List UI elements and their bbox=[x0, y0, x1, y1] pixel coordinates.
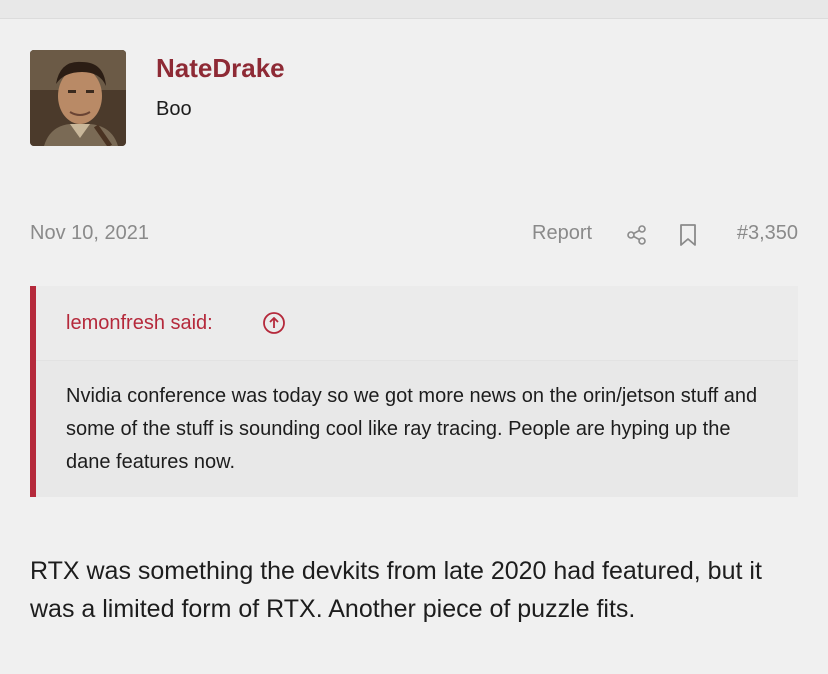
quote-body-text: Nvidia conference was today so we got mo… bbox=[66, 385, 758, 473]
arrow-up-circle-icon[interactable] bbox=[262, 311, 286, 335]
quote-header: lemonfresh said: bbox=[36, 286, 798, 361]
username-link[interactable]: NateDrake bbox=[156, 53, 285, 84]
post-number-link[interactable]: #3,350 bbox=[737, 222, 798, 245]
quote-author-link[interactable]: lemonfresh said: bbox=[66, 312, 213, 335]
post-meta-bar: Nov 10, 2021 Report #3,350 bbox=[30, 222, 798, 248]
avatar[interactable] bbox=[30, 50, 126, 146]
report-button[interactable]: Report bbox=[532, 222, 592, 245]
user-title: Boo bbox=[156, 98, 192, 120]
quote-block: lemonfresh said: Nvidia conference was t… bbox=[30, 286, 798, 497]
share-icon[interactable] bbox=[626, 224, 648, 246]
post-message-text: RTX was something the devkits from late … bbox=[30, 557, 762, 623]
avatar-image bbox=[30, 50, 126, 146]
bookmark-icon[interactable] bbox=[678, 223, 698, 247]
post-date[interactable]: Nov 10, 2021 bbox=[30, 222, 149, 245]
top-divider bbox=[0, 0, 828, 19]
